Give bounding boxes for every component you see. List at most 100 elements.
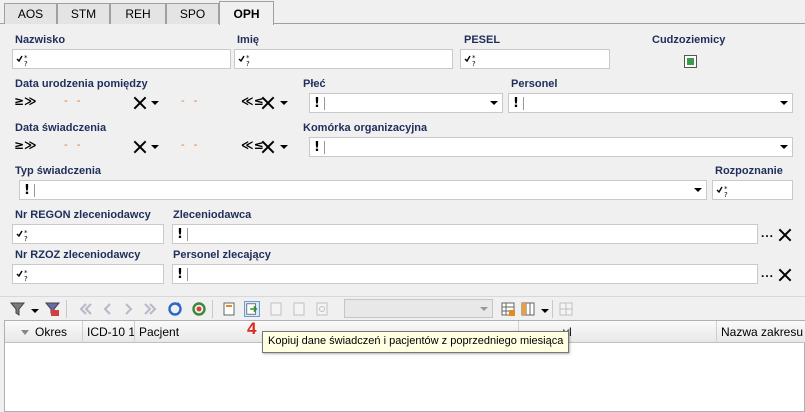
search-mode-icon[interactable]: *? [16, 268, 30, 281]
clear-icon[interactable] [778, 268, 792, 282]
date-to-value[interactable]: - - [181, 139, 200, 151]
personel-zlecajacy-label: Personel zlecający [173, 249, 271, 261]
zleceniodawca-label: Zleceniodawca [173, 209, 252, 221]
last-icon[interactable] [143, 301, 159, 317]
search-mode-icon[interactable]: *? [238, 53, 252, 66]
columns-icon[interactable] [520, 301, 536, 317]
column-label: Nazwa zakresu [721, 325, 804, 339]
clear-icon[interactable] [133, 96, 147, 110]
grid-config-icon[interactable] [500, 301, 516, 317]
plec-select[interactable]: ! [309, 93, 503, 113]
chevron-down-icon[interactable] [485, 94, 502, 112]
operator-icon[interactable]: ≥≫ [14, 94, 37, 108]
typ-swiadczenia-select[interactable]: ! [19, 180, 707, 200]
chevron-down-icon[interactable] [775, 94, 792, 112]
plec-label: Płeć [303, 78, 326, 90]
date-from-value[interactable]: - - [64, 139, 83, 151]
chevron-down-icon[interactable] [279, 98, 289, 108]
tab-oph[interactable]: OPH [219, 1, 274, 25]
date-from-value[interactable]: - - [64, 95, 83, 107]
column-icd10[interactable]: ICD-10 1 [83, 321, 135, 343]
cudzoziemcy-checkbox[interactable] [684, 55, 697, 68]
required-icon: ! [177, 227, 183, 242]
browse-button[interactable]: ... [761, 226, 774, 240]
search-mode-icon[interactable]: *? [16, 53, 30, 66]
toolbar-combo[interactable] [344, 299, 493, 318]
rozpoznanie-label: Rozpoznanie [715, 165, 783, 177]
prev-icon[interactable] [99, 301, 115, 317]
required-icon: ! [314, 140, 320, 155]
personel-zlecajacy-input[interactable]: ! [172, 264, 758, 284]
personel-label: Personel [511, 78, 558, 90]
svg-text:?: ? [24, 275, 28, 281]
column-label: Okres [35, 325, 68, 339]
data-swiadczenia-to[interactable]: - - ≪≤ [165, 136, 297, 156]
sort-icon [21, 330, 29, 336]
search-mode-icon[interactable]: *? [716, 184, 730, 197]
toolbar [0, 296, 805, 320]
refresh-icon[interactable] [167, 301, 183, 317]
nr-regon-label: Nr REGON zleceniodawcy [15, 209, 151, 221]
required-icon: ! [513, 96, 519, 111]
search-mode-icon[interactable]: *? [16, 228, 30, 241]
chevron-down-icon[interactable] [150, 142, 160, 152]
column-okres[interactable]: Okres [5, 321, 83, 343]
tab-aos[interactable]: AOS [4, 3, 57, 24]
column-nazwa-zakresu[interactable]: Nazwa zakresu [717, 321, 805, 343]
preview-icon[interactable] [314, 301, 330, 317]
svg-text:?: ? [472, 60, 476, 66]
tab-stm[interactable]: STM [57, 3, 110, 24]
data-swiadczenia-from[interactable]: ≥≫ - - [12, 136, 162, 156]
required-icon: ! [177, 267, 183, 282]
rozpoznanie-input[interactable]: *? [712, 180, 793, 200]
new-doc-icon[interactable] [221, 301, 237, 317]
nr-regon-input[interactable]: *? [12, 224, 164, 244]
clear-icon[interactable] [778, 228, 792, 242]
sync-icon[interactable] [191, 301, 207, 317]
operator-icon[interactable]: ≥≫ [14, 138, 37, 152]
personel-select[interactable]: ! [508, 93, 793, 113]
data-urodzenia-from[interactable]: ≥≫ - - [12, 92, 162, 112]
chevron-down-icon[interactable] [30, 306, 40, 316]
data-urodzenia-to[interactable]: - - ≪≤ [165, 92, 297, 112]
komorka-select[interactable]: ! [309, 137, 793, 157]
imie-label: Imię [237, 34, 260, 46]
edit-icon[interactable] [268, 301, 284, 317]
clear-icon[interactable] [261, 96, 275, 110]
tab-label: SPO [179, 7, 206, 21]
chevron-down-icon[interactable] [150, 98, 160, 108]
svg-text:?: ? [246, 60, 250, 66]
data-urodzenia-label: Data urodzenia pomiędzy [15, 78, 148, 90]
nr-rzoz-input[interactable]: *? [12, 264, 164, 284]
required-icon: ! [24, 183, 30, 198]
delete-icon[interactable] [291, 301, 307, 317]
tab-label: REH [125, 7, 151, 21]
next-icon[interactable] [121, 301, 137, 317]
clear-icon[interactable] [261, 140, 275, 154]
tab-spo[interactable]: SPO [166, 3, 219, 24]
first-icon[interactable] [77, 301, 93, 317]
tab-bar: AOS STM REH SPO OPH [0, 0, 805, 25]
search-mode-icon[interactable]: *? [464, 53, 478, 66]
export-icon[interactable] [558, 301, 574, 317]
data-swiadczenia-label: Data świadczenia [15, 122, 107, 134]
pesel-input[interactable]: *? [460, 49, 610, 69]
chevron-down-icon[interactable] [540, 306, 550, 316]
filter-icon[interactable] [10, 301, 26, 317]
tab-reh[interactable]: REH [110, 3, 166, 24]
chevron-down-icon[interactable] [689, 181, 706, 199]
zleceniodawca-input[interactable]: ! [172, 224, 758, 244]
imie-input[interactable]: *? [234, 49, 453, 69]
clear-icon[interactable] [133, 140, 147, 154]
tab-label: STM [70, 7, 97, 21]
column-label: ICD-10 1 [87, 325, 135, 339]
chevron-down-icon[interactable] [775, 138, 792, 156]
chevron-down-icon[interactable] [279, 142, 289, 152]
tab-label: AOS [17, 7, 44, 21]
date-to-value[interactable]: - - [181, 95, 200, 107]
column-label: Pacjent [139, 325, 180, 339]
copy-data-icon[interactable] [244, 301, 260, 317]
browse-button[interactable]: ... [761, 266, 774, 280]
nazwisko-input[interactable]: *? [12, 49, 231, 69]
clear-filter-icon[interactable] [45, 301, 61, 317]
